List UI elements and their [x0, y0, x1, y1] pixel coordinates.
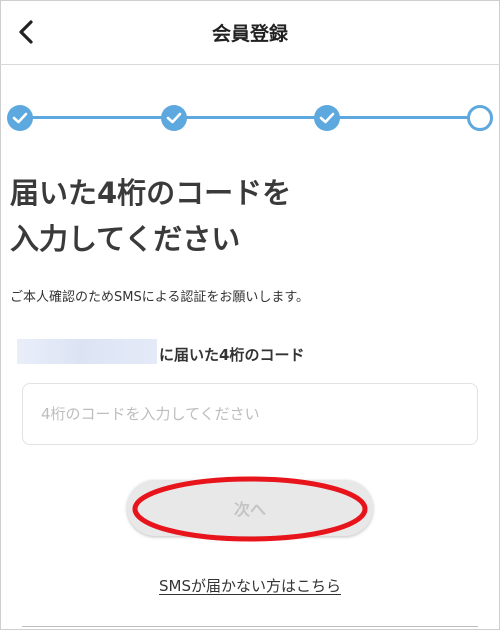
header: 会員登録	[0, 0, 500, 65]
code-input[interactable]	[22, 383, 478, 445]
description-text: ご本人確認のためSMSによる認証をお願いします。	[10, 290, 310, 305]
step-1-complete	[7, 105, 33, 131]
check-icon	[319, 112, 335, 124]
step-3-complete	[314, 105, 340, 131]
step-4-current	[467, 105, 493, 131]
step-2-complete	[161, 105, 187, 131]
check-icon	[12, 112, 28, 124]
stepper-track	[32, 116, 468, 119]
page-title: 会員登録	[211, 23, 288, 45]
heading-line-2: 入力してください	[10, 222, 241, 256]
check-icon	[166, 112, 182, 124]
next-button[interactable]: 次へ	[127, 480, 373, 536]
page-heading: 届いた4桁のコードを 入力してください	[10, 170, 490, 262]
masked-phone-number	[17, 339, 157, 364]
progress-stepper	[0, 98, 500, 138]
code-label: に届いた4桁のコード	[159, 346, 305, 364]
bottom-divider	[22, 626, 478, 627]
heading-line-1: 届いた4桁のコードを	[10, 176, 292, 210]
sms-help-link[interactable]: SMSが届かない方はこちら	[0, 575, 500, 596]
